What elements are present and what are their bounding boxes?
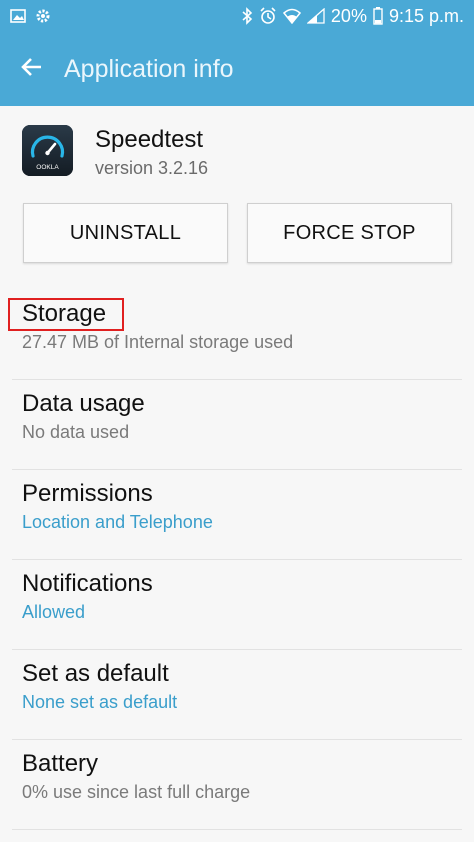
bluetooth-icon xyxy=(241,7,253,25)
signal-icon xyxy=(306,8,325,24)
app-version: version 3.2.16 xyxy=(95,158,209,178)
app-bar: Application info xyxy=(0,32,474,106)
page-title: Application info xyxy=(64,54,234,83)
list-item-subtitle: Location and Telephone xyxy=(22,512,213,532)
wifi-icon xyxy=(282,8,301,24)
settings-gear-icon xyxy=(34,7,52,25)
uninstall-button[interactable]: UNINSTALL xyxy=(23,203,228,263)
ookla-logo-text: OOKLA xyxy=(36,164,59,171)
list-item-subtitle: No data used xyxy=(22,422,130,442)
battery-item[interactable]: Battery 0% use since last full charge xyxy=(0,740,474,830)
data-usage-item[interactable]: Data usage No data used xyxy=(0,380,474,470)
app-header: OOKLA Speedtest version 3.2.16 xyxy=(0,106,474,196)
alarm-icon xyxy=(259,7,277,25)
set-as-default-item[interactable]: Set as default None set as default xyxy=(0,650,474,740)
list-item-title: Data usage xyxy=(22,390,145,417)
list-item-title: Set as default xyxy=(22,660,169,687)
back-button[interactable] xyxy=(0,32,64,106)
battery-icon xyxy=(373,7,383,25)
battery-percent: 20% xyxy=(330,5,367,26)
list-item-title: Notifications xyxy=(22,570,153,597)
list-item-subtitle: 0% use since last full charge xyxy=(22,782,251,802)
list-item-title: Storage xyxy=(22,300,107,327)
app-settings-list: Storage 27.47 MB of Internal storage use… xyxy=(0,290,474,830)
status-time: 9:15 p.m. xyxy=(388,5,464,26)
notifications-item[interactable]: Notifications Allowed xyxy=(0,560,474,650)
divider xyxy=(12,829,462,830)
speedtest-app-icon: OOKLA xyxy=(22,125,73,176)
force-stop-button[interactable]: FORCE STOP xyxy=(247,203,452,263)
list-item-subtitle: 27.47 MB of Internal storage used xyxy=(22,332,294,352)
list-item-subtitle: Allowed xyxy=(22,602,86,622)
app-name: Speedtest xyxy=(95,126,204,153)
arrow-left-icon xyxy=(20,55,44,84)
gallery-icon xyxy=(10,9,26,23)
permissions-item[interactable]: Permissions Location and Telephone xyxy=(0,470,474,560)
status-bar: 20% 9:15 p.m. xyxy=(0,0,474,32)
storage-item[interactable]: Storage 27.47 MB of Internal storage use… xyxy=(0,290,474,380)
list-item-subtitle: None set as default xyxy=(22,692,178,712)
list-item-title: Battery xyxy=(22,750,99,777)
list-item-title: Permissions xyxy=(22,480,153,507)
